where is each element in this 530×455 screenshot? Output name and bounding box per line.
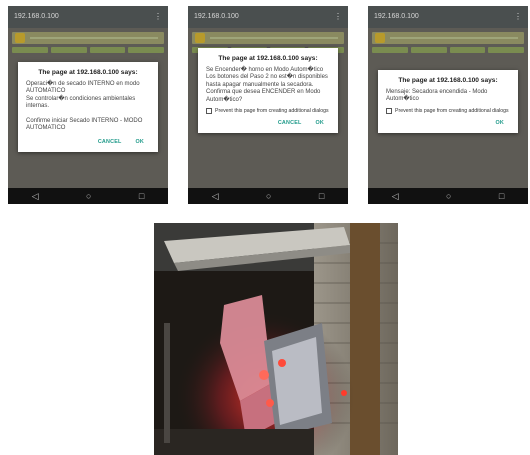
site-logo-icon [375, 33, 385, 43]
more-vert-icon[interactable]: ⋮ [154, 6, 162, 28]
prevent-dialogs-checkbox-row[interactable]: Prevent this page from creating addition… [206, 108, 330, 115]
prevent-dialogs-checkbox[interactable] [386, 107, 392, 114]
dryer-device-photo [154, 223, 398, 455]
checkbox-label: Prevent this page from creating addition… [395, 107, 509, 114]
prevent-dialogs-checkbox-row[interactable]: Prevent this page from creating addition… [386, 107, 510, 114]
dialog-message: Operaci�n de secado INTERNO en modo AUTO… [26, 81, 143, 132]
address-text: 192.168.0.100 [14, 13, 59, 20]
phone-screen-2: 192.168.0.100 ⋮ The page at 192.168.0.10… [188, 6, 348, 204]
dialog-message: Se Encender� horno en Modo Autom�tico Lo… [206, 67, 328, 103]
android-nav-bar: ◁ ○ □ [368, 188, 528, 204]
prevent-dialogs-checkbox[interactable] [206, 108, 212, 115]
dialog-title: The page at 192.168.0.100 says: [218, 55, 318, 62]
browser-address-bar[interactable]: 192.168.0.100 ⋮ [188, 6, 348, 28]
dialog-title: The page at 192.168.0.100 says: [38, 69, 138, 76]
cancel-button[interactable]: CANCEL [278, 120, 302, 126]
page-banner [192, 32, 344, 44]
address-text: 192.168.0.100 [374, 13, 419, 20]
site-logo-icon [15, 33, 25, 43]
alert-dialog: The page at 192.168.0.100 says: Operaci�… [18, 62, 158, 152]
ok-button[interactable]: OK [136, 139, 145, 145]
page-content: The page at 192.168.0.100 says: Operaci�… [8, 28, 168, 188]
back-triangle-icon[interactable]: ◁ [32, 191, 39, 202]
android-nav-bar: ◁ ○ □ [8, 188, 168, 204]
home-circle-icon[interactable]: ○ [266, 191, 271, 201]
browser-address-bar[interactable]: 192.168.0.100 ⋮ [368, 6, 528, 28]
address-text: 192.168.0.100 [194, 13, 239, 20]
alert-dialog: The page at 192.168.0.100 says: Se Encen… [198, 48, 338, 134]
back-triangle-icon[interactable]: ◁ [212, 191, 219, 202]
ok-button[interactable]: OK [496, 120, 505, 126]
home-circle-icon[interactable]: ○ [446, 191, 451, 201]
recents-square-icon[interactable]: □ [499, 191, 504, 201]
phone-screen-3: 192.168.0.100 ⋮ The page at 192.168.0.10… [368, 6, 528, 204]
recents-square-icon[interactable]: □ [319, 191, 324, 201]
dialog-title: The page at 192.168.0.100 says: [398, 77, 498, 84]
android-nav-bar: ◁ ○ □ [188, 188, 348, 204]
page-content: The page at 192.168.0.100 says: Se Encen… [188, 28, 348, 188]
browser-address-bar[interactable]: 192.168.0.100 ⋮ [8, 6, 168, 28]
more-vert-icon[interactable]: ⋮ [334, 6, 342, 28]
home-circle-icon[interactable]: ○ [86, 191, 91, 201]
page-button-row [372, 47, 524, 53]
page-button-row [12, 47, 164, 53]
page-content: The page at 192.168.0.100 says: Mensaje:… [368, 28, 528, 188]
back-triangle-icon[interactable]: ◁ [392, 191, 399, 202]
recents-square-icon[interactable]: □ [139, 191, 144, 201]
site-logo-icon [195, 33, 205, 43]
page-banner [12, 32, 164, 44]
cancel-button[interactable]: CANCEL [98, 139, 122, 145]
alert-dialog: The page at 192.168.0.100 says: Mensaje:… [378, 70, 518, 133]
more-vert-icon[interactable]: ⋮ [514, 6, 522, 28]
checkbox-label: Prevent this page from creating addition… [215, 108, 329, 115]
page-banner [372, 32, 524, 44]
ok-button[interactable]: OK [316, 120, 325, 126]
dialog-message: Mensaje: Secadora encendida - Modo Autom… [386, 89, 488, 103]
phone-screen-1: 192.168.0.100 ⋮ The page at 192.168.0.10… [8, 6, 168, 204]
